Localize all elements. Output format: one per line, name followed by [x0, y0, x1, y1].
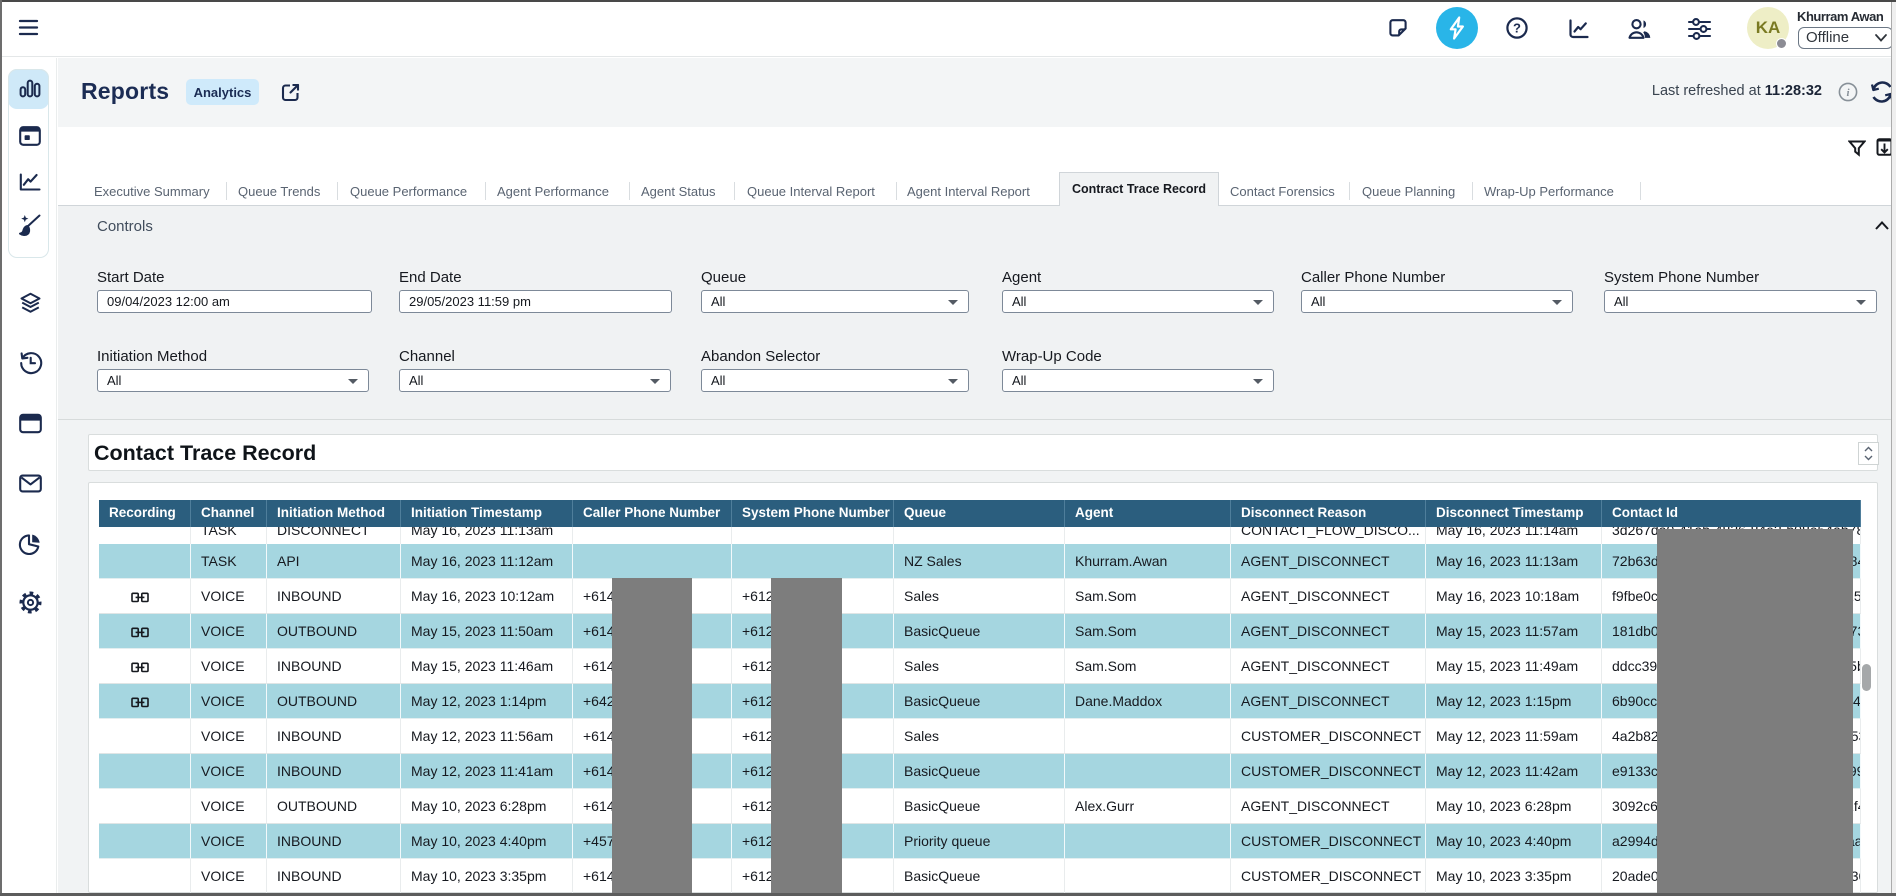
svg-text:?: ? — [1513, 20, 1521, 35]
svg-text:i: i — [1846, 87, 1850, 99]
